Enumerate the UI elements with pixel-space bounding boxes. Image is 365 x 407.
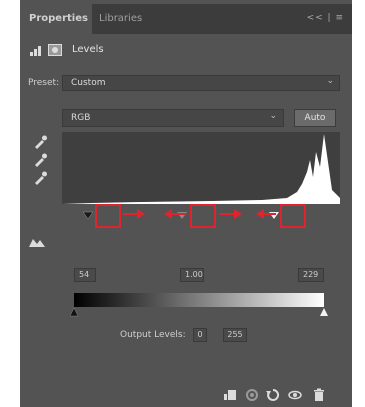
arrow-right-head — [137, 209, 145, 219]
preset-dropdown[interactable]: Custom ⌄ — [62, 75, 340, 91]
view-previous-icon[interactable] — [245, 388, 259, 402]
arrow-right-head — [234, 209, 242, 219]
highlight-box-black — [95, 204, 121, 228]
output-levels-slider[interactable] — [70, 308, 330, 318]
histogram — [62, 132, 340, 204]
output-levels-label: Output Levels: — [120, 330, 186, 340]
tab-libraries[interactable]: Libraries — [99, 4, 142, 34]
adjustment-title: Levels — [72, 44, 104, 55]
reset-icon[interactable] — [266, 388, 280, 402]
channel-value: RGB — [71, 113, 91, 123]
channel-dropdown[interactable]: RGB ⌄ — [62, 109, 284, 127]
panel-bottom-toolbar — [20, 384, 352, 407]
chevron-down-icon: ⌄ — [326, 76, 334, 86]
auto-button[interactable]: Auto — [294, 109, 336, 127]
trash-icon[interactable] — [312, 388, 326, 402]
panel-menu-controls[interactable]: << | ≡ — [307, 13, 344, 23]
mask-icon[interactable] — [48, 44, 62, 56]
highlight-box-gamma — [190, 204, 216, 228]
preset-label: Preset: — [28, 78, 60, 88]
preset-value: Custom — [71, 78, 106, 88]
properties-panel: Properties Libraries << | ≡ Levels Prese… — [20, 0, 352, 407]
eyedropper-black-icon[interactable] — [32, 134, 48, 150]
visibility-icon[interactable] — [288, 388, 302, 402]
arrow-left-icon — [170, 213, 186, 215]
preset-row: Preset: Custom ⌄ — [20, 73, 352, 93]
eyedropper-gray-icon[interactable] — [32, 152, 48, 168]
output-white-field[interactable]: 255 — [223, 328, 247, 342]
adjustment-icon — [30, 46, 41, 56]
input-black-field[interactable]: 54 — [74, 268, 96, 282]
highlight-box-white — [280, 204, 306, 228]
clipping-icon[interactable] — [28, 236, 46, 248]
eyedropper-white-icon[interactable] — [32, 170, 48, 186]
output-levels-row: Output Levels: 0 255 — [20, 328, 352, 344]
output-black-handle — [70, 308, 79, 317]
tab-properties[interactable]: Properties — [20, 4, 92, 34]
arrow-left-icon — [262, 213, 276, 215]
output-white-handle — [320, 308, 328, 316]
output-black-field[interactable]: 0 — [193, 328, 207, 342]
chevron-down-icon: ⌄ — [269, 111, 277, 121]
arrow-left-head — [256, 209, 264, 219]
adjustment-header: Levels — [20, 38, 352, 62]
arrow-left-head — [164, 209, 172, 219]
panel-tabbar: Properties Libraries << | ≡ — [20, 4, 352, 34]
input-white-field[interactable]: 229 — [298, 268, 324, 282]
histogram-graph — [62, 134, 340, 204]
output-gradient-bar — [74, 293, 324, 307]
input-gamma-field[interactable]: 1.00 — [180, 268, 204, 282]
clip-to-layer-icon[interactable] — [223, 388, 237, 402]
